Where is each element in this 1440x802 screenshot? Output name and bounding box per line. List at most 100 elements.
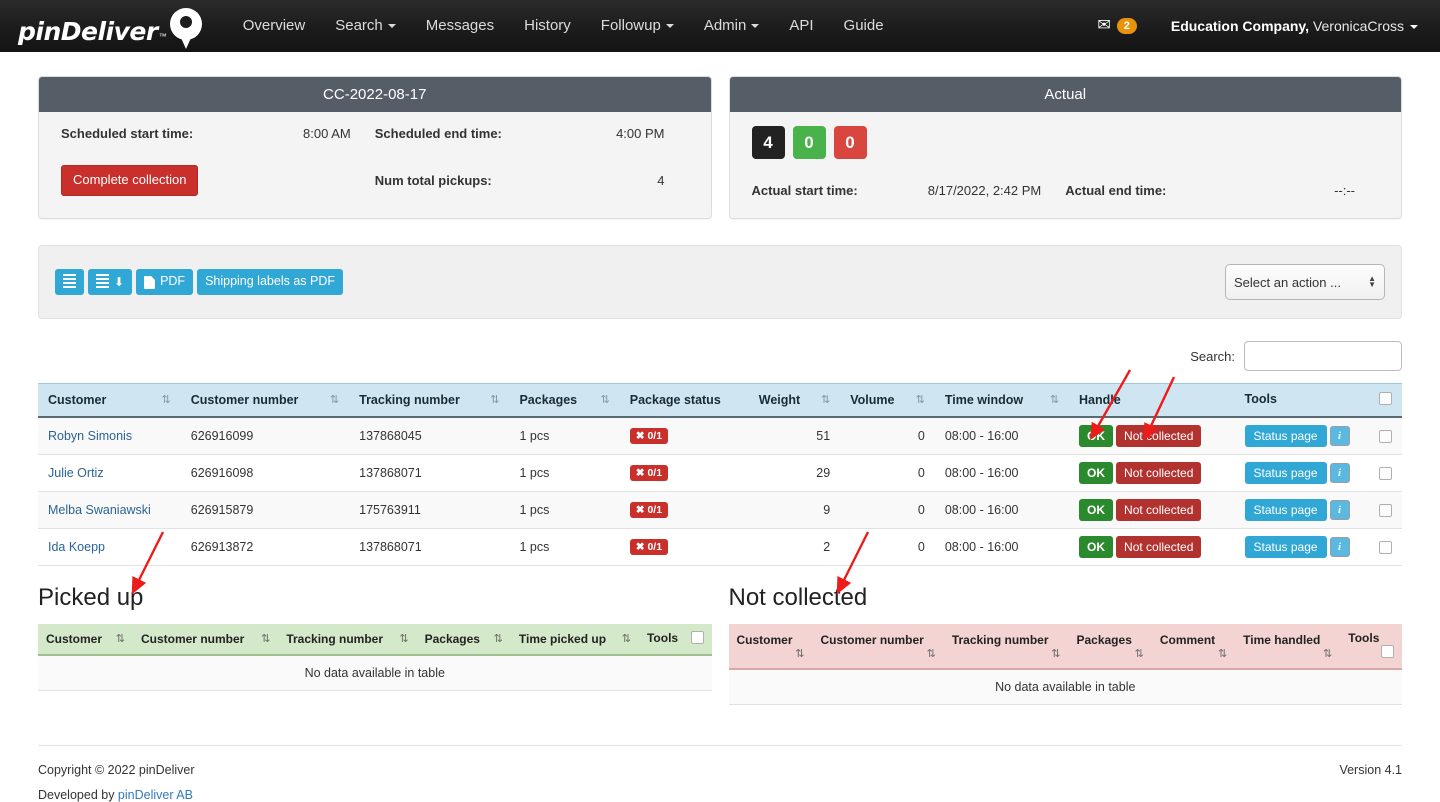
customer-link[interactable]: Ida Koepp	[48, 540, 105, 554]
sort-icon[interactable]: ⇅	[261, 632, 270, 645]
status-page-button[interactable]: Status page	[1244, 499, 1327, 521]
ok-button[interactable]: OK	[1079, 425, 1114, 447]
col-customer-number[interactable]: Customer number ⇅	[180, 383, 350, 418]
not-collected-button[interactable]: Not collected	[1116, 499, 1202, 521]
nav-item-history[interactable]: History	[509, 0, 586, 52]
shipping-labels-pdf-button[interactable]: Shipping labels as PDF	[197, 269, 343, 295]
customer-link[interactable]: Robyn Simonis	[48, 429, 132, 443]
info-icon[interactable]: i	[1329, 500, 1350, 520]
num-pickups-value: 4	[657, 172, 665, 188]
complete-collection-button[interactable]: Complete collection	[61, 165, 199, 196]
nav-label: Messages	[425, 17, 495, 34]
col-customer-number[interactable]: Customer number ⇅	[132, 624, 279, 656]
developed-by-line: Developed by pinDeliver AB	[38, 788, 195, 802]
not-collected-button[interactable]: Not collected	[1116, 462, 1202, 484]
pindeliver-ab-link[interactable]: pinDeliver AB	[118, 788, 193, 802]
col-time-window[interactable]: Time window ⇅	[934, 383, 1070, 418]
col-tracking-number[interactable]: Tracking number ⇅	[349, 383, 510, 418]
actual-end-row: Actual end time: --:--	[1065, 183, 1379, 198]
col-time-handled[interactable]: Time handled ⇅	[1235, 624, 1341, 670]
status-page-button[interactable]: Status page	[1244, 462, 1327, 484]
cell-volume: 0	[840, 417, 935, 455]
messages-indicator[interactable]: ✉ 2	[1097, 18, 1137, 35]
row-checkbox[interactable]	[1379, 429, 1392, 443]
sort-icon[interactable]: ⇅	[927, 647, 936, 660]
sort-icon[interactable]: ⇅	[330, 393, 339, 406]
user-account-menu[interactable]: Education Company, VeronicaCross	[1171, 18, 1418, 34]
sort-icon[interactable]: ⇅	[601, 393, 610, 406]
row-checkbox[interactable]	[1379, 503, 1392, 517]
pdf-button[interactable]: PDF	[136, 269, 194, 295]
nav-item-overview[interactable]: Overview	[228, 0, 321, 52]
sort-icon[interactable]: ⇅	[1051, 647, 1060, 660]
status-page-button[interactable]: Status page	[1244, 536, 1327, 558]
row-checkbox[interactable]	[1379, 540, 1392, 554]
sort-icon[interactable]: ⇅	[1323, 647, 1332, 660]
info-icon[interactable]: i	[1329, 537, 1350, 557]
sort-icon[interactable]: ⇅	[116, 632, 125, 645]
col-tracking-number[interactable]: Tracking number ⇅	[278, 624, 417, 656]
sort-icon[interactable]: ⇅	[795, 647, 804, 660]
col-customer-number[interactable]: Customer number ⇅	[812, 624, 944, 670]
not-collected-button[interactable]: Not collected	[1116, 425, 1202, 447]
sort-icon[interactable]: ⇅	[494, 632, 503, 645]
col-weight[interactable]: ⇅ Weight	[748, 383, 841, 418]
customer-link[interactable]: Melba Swaniawski	[48, 503, 151, 517]
not-collected-button[interactable]: Not collected	[1116, 536, 1202, 558]
select-all-checkbox[interactable]	[690, 631, 704, 647]
status-page-button[interactable]: Status page	[1244, 425, 1327, 447]
cell-volume: 0	[840, 528, 935, 566]
nav-item-guide[interactable]: Guide	[829, 0, 899, 52]
col-comment[interactable]: Comment ⇅	[1151, 624, 1236, 670]
select-all-checkbox[interactable]	[1381, 645, 1394, 661]
search-input[interactable]	[1244, 341, 1402, 371]
info-icon[interactable]: i	[1329, 463, 1350, 483]
sort-icon[interactable]: ⇅	[821, 393, 830, 406]
ok-button[interactable]: OK	[1079, 536, 1114, 558]
col-package-status[interactable]: Package status	[619, 383, 749, 418]
col-packages[interactable]: Packages ⇅	[416, 624, 511, 656]
select-all-checkbox[interactable]	[1379, 392, 1392, 408]
nav-item-followup[interactable]: Followup	[586, 0, 689, 52]
actual-panel-body: 4 0 0 Actual start time: 8/17/2022, 2:42…	[729, 112, 1401, 218]
nav-item-admin[interactable]: Admin	[689, 0, 775, 52]
sort-icon[interactable]: ⇅	[1050, 393, 1059, 406]
col-label: Time picked up	[518, 632, 607, 646]
ok-button[interactable]: OK	[1079, 499, 1114, 521]
row-checkbox[interactable]	[1379, 466, 1392, 480]
col-customer[interactable]: Customer ⇅	[728, 624, 813, 670]
col-label: Packages	[519, 393, 578, 407]
nav-item-messages[interactable]: Messages	[411, 0, 509, 52]
package-status-badge: ✖ 0/1	[629, 502, 669, 518]
col-time-picked-up[interactable]: Time picked up ⇅	[510, 624, 639, 656]
col-customer[interactable]: Customer ⇅	[38, 624, 133, 656]
ok-button[interactable]: OK	[1079, 462, 1114, 484]
col-customer[interactable]: Customer ⇅	[38, 383, 181, 418]
col-packages[interactable]: Packages ⇅	[1068, 624, 1152, 670]
file-pdf-icon	[144, 275, 156, 289]
sort-icon[interactable]: ⇅	[490, 393, 499, 406]
pickups-table: Customer ⇅ Customer number ⇅ Tracking numb…	[38, 383, 1402, 566]
table-row: Julie Ortiz 626916098 137868071 1 pcs ✖ …	[38, 454, 1402, 492]
sort-icon[interactable]: ⇅	[916, 393, 925, 406]
sort-icon[interactable]: ⇅	[399, 632, 408, 645]
cell-tracking-number: 175763911	[349, 491, 510, 529]
col-tracking-number[interactable]: Tracking number ⇅	[943, 624, 1069, 670]
sort-icon[interactable]: ⇅	[622, 632, 631, 645]
brand-logo[interactable]: pinDeliver ™	[18, 8, 202, 49]
col-volume[interactable]: ⇅ Volume	[840, 383, 935, 418]
nav-item-search[interactable]: Search	[320, 0, 411, 52]
list-view-button[interactable]	[55, 269, 84, 295]
nav-item-api[interactable]: API	[774, 0, 828, 52]
col-packages[interactable]: Packages ⇅	[509, 383, 620, 418]
customer-link[interactable]: Julie Ortiz	[48, 466, 104, 480]
cell-package-status: ✖ 0/1	[619, 528, 749, 566]
info-icon[interactable]: i	[1329, 426, 1350, 446]
collection-panel-body: Scheduled start time: 8:00 AM Scheduled …	[39, 112, 711, 216]
sort-icon[interactable]: ⇅	[162, 393, 171, 406]
list-download-button[interactable]: ⬇	[88, 269, 133, 295]
sort-icon[interactable]: ⇅	[1135, 647, 1144, 660]
scheduled-end-row: Scheduled end time: 4:00 PM	[375, 126, 689, 141]
sort-icon[interactable]: ⇅	[1218, 647, 1227, 660]
action-select[interactable]: Select an action ... ▲ ▼	[1225, 264, 1385, 300]
